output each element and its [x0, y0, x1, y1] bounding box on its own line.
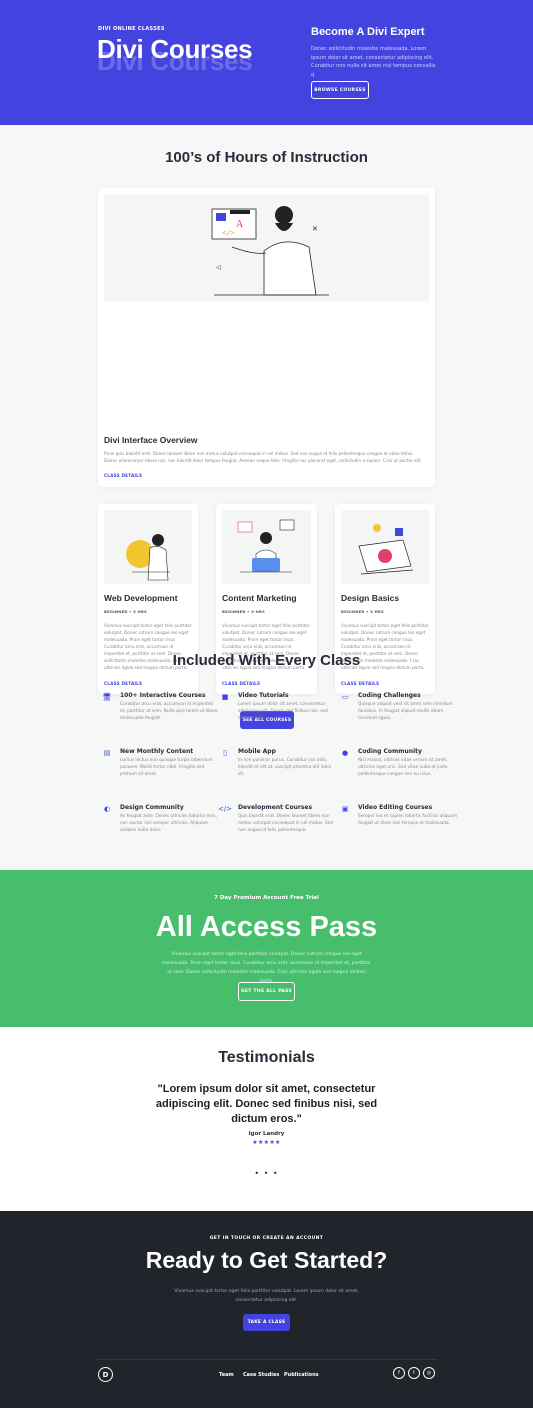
- book-icon: ▤: [103, 749, 111, 757]
- pass-eyebrow: 7 Day Premium Account Free Trial: [214, 895, 319, 901]
- hero-side-title: Become A Divi Expert: [311, 26, 425, 38]
- feature-title: Coding Challenges: [358, 692, 421, 699]
- feature-title: Coding Community: [358, 748, 422, 755]
- testimonial-author: Igor Landry: [248, 1131, 285, 1137]
- feature-text: In non pulvinar purus. Curabitur nisi od…: [238, 758, 332, 778]
- video-icon: ■: [221, 693, 229, 701]
- hero-eyebrow: DIVI ONLINE CLASSES: [98, 26, 165, 32]
- feature-title: Mobile App: [238, 748, 276, 755]
- pass-title: All Access Pass: [155, 911, 378, 943]
- all-access-section: 7 Day Premium Account Free Trial All Acc…: [0, 870, 533, 1027]
- feature-text: Curabitur arcu erat, accumsan id imperdi…: [120, 702, 218, 722]
- palette-icon: ◐: [103, 805, 111, 813]
- featured-course-text: Proin quis blandit erat. Donec laoreet l…: [104, 451, 422, 463]
- slider-dots[interactable]: • • •: [0, 1169, 533, 1178]
- svg-text:A: A: [236, 219, 244, 230]
- feature-text: Luctus lectus non quisque turpis bibendu…: [120, 758, 213, 778]
- svg-text:</>: </>: [222, 229, 235, 237]
- class-details-link[interactable]: CLASS DETAILS: [222, 681, 260, 686]
- rating-stars: ★★★★★: [252, 1139, 281, 1146]
- featured-course-card[interactable]: A </> ✕ ◁ Divi Interface Overview Proin …: [98, 188, 435, 487]
- person-laptop-illustration: [237, 519, 295, 573]
- feature-title: 100+ Interactive Courses: [120, 692, 206, 699]
- person-idea-illustration: [126, 534, 170, 581]
- web-development-illustration: [104, 510, 192, 584]
- cta-eyebrow: GET IN TOUCH OR CREATE AN ACCOUNT: [209, 1236, 324, 1241]
- cta-title: Ready to Get Started?: [145, 1247, 388, 1273]
- svg-text:◁: ◁: [216, 264, 221, 271]
- users-icon: ●: [341, 749, 349, 757]
- laptop-icon: ▭: [341, 693, 349, 701]
- footer-link-publications[interactable]: Publications: [284, 1372, 319, 1378]
- instruction-title: 100’s of Hours of Instruction: [165, 149, 368, 166]
- instagram-icon[interactable]: ◎: [423, 1367, 435, 1379]
- feature-text: Nisl massa, ultrices vitae ornare sit am…: [358, 758, 448, 778]
- svg-text:✕: ✕: [312, 225, 318, 233]
- twitter-icon[interactable]: t: [408, 1367, 420, 1379]
- get-all-pass-button[interactable]: GET THE ALL PASS: [238, 982, 295, 1001]
- feature-text: Quis blandit erat. Donec laoreet libero …: [238, 814, 334, 834]
- laptop-design-illustration: [358, 524, 414, 575]
- class-details-link[interactable]: CLASS DETAILS: [104, 681, 142, 686]
- featured-course-illustration: A </> ✕ ◁: [104, 195, 429, 301]
- featured-class-details-link[interactable]: CLASS DETAILS: [104, 473, 142, 478]
- monitor-icon: 🖥: [102, 693, 112, 701]
- take-a-class-button[interactable]: TAKE A CLASS: [243, 1314, 290, 1331]
- feature-title: New Monthly Content: [120, 748, 194, 755]
- feature-text: Semper leo et sapien lobortis facilisis …: [358, 814, 457, 827]
- main-section: 100’s of Hours of Instruction A </> ✕ ◁ …: [0, 125, 533, 870]
- class-details-link[interactable]: CLASS DETAILS: [341, 681, 379, 686]
- mobile-icon: ▯: [223, 749, 227, 757]
- course-meta: BEGINNER • 3 HRS: [222, 609, 265, 614]
- course-title: Web Development: [104, 593, 178, 603]
- footer-link-case-studies[interactable]: Case Studies: [243, 1372, 279, 1378]
- feature-title: Video Tutorials: [238, 692, 289, 699]
- feature-text: Lorem ipsum dolor sit amet, consectetur …: [238, 702, 328, 722]
- testimonial-quote: "Lorem ipsum dolor sit amet, consectetur…: [155, 1083, 378, 1125]
- feature-title: Design Community: [120, 804, 184, 811]
- feature-title: Development Courses: [238, 804, 313, 811]
- included-title: Included With Every Class: [172, 652, 361, 669]
- image-icon: ▣: [341, 805, 349, 813]
- course-title: Design Basics: [341, 593, 400, 603]
- feature-text: Ac feugiat ante. Donec ultricies loborti…: [120, 814, 217, 834]
- cta-section: GET IN TOUCH OR CREATE AN ACCOUNT Ready …: [0, 1211, 533, 1408]
- code-icon: </>: [217, 805, 233, 813]
- feature-text: Quisque aliquet velit sit amet sem inter…: [358, 702, 453, 722]
- hero-section: DIVI ONLINE CLASSES Divi Courses Divi Co…: [0, 0, 533, 125]
- divi-logo[interactable]: D: [98, 1367, 113, 1382]
- course-meta: BEGINNER • 3 HRS: [341, 609, 384, 614]
- feature-title: Video Editing Courses: [358, 804, 433, 811]
- testimonials-title: Testimonials: [218, 1049, 315, 1066]
- pass-text: Vivamus suscipit tortor eget felis portt…: [162, 952, 371, 984]
- design-basics-illustration: [341, 510, 429, 584]
- footer-divider: [97, 1359, 437, 1360]
- hero-side-text: Donec sollicitudin molestie malesuada. L…: [311, 46, 436, 78]
- browse-courses-button[interactable]: BROWSE COURSES: [311, 81, 369, 99]
- course-meta: BEGINNER • 3 HRS: [104, 609, 147, 614]
- testimonials-section: Testimonials "Lorem ipsum dolor sit amet…: [0, 1027, 533, 1211]
- facebook-icon[interactable]: f: [393, 1367, 405, 1379]
- person-design-illustration: A </> ✕ ◁: [211, 206, 329, 296]
- course-title: Content Marketing: [222, 593, 297, 603]
- cta-text: Vivamus suscipit tortor eget felis portt…: [174, 1289, 359, 1303]
- featured-course-title: Divi Interface Overview: [104, 435, 198, 445]
- footer-link-team[interactable]: Team: [219, 1372, 234, 1378]
- hero-title: Divi Courses: [97, 34, 253, 64]
- content-marketing-illustration: [222, 510, 311, 584]
